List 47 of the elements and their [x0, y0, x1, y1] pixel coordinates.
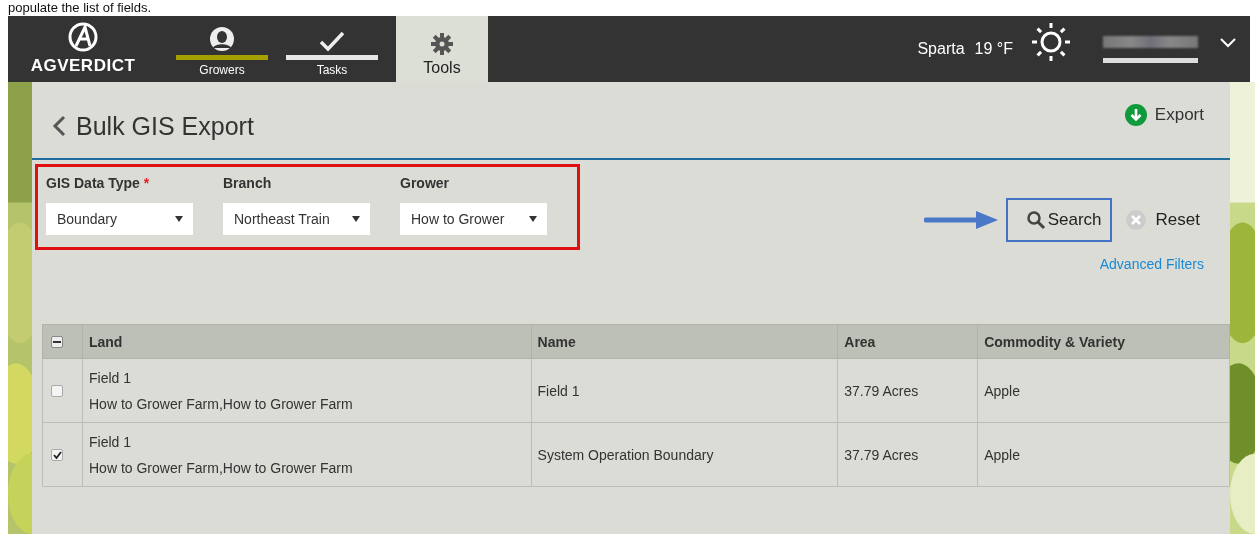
logo-text: AGVERDICT: [30, 56, 136, 76]
caret-icon: [529, 216, 537, 222]
user-name-blurred[interactable]: [1103, 35, 1198, 48]
gear-icon: [430, 32, 454, 56]
table-cell: Apple: [977, 358, 1230, 423]
search-icon: [1025, 210, 1046, 230]
filter-dropdown[interactable]: Boundary: [46, 203, 193, 235]
back-chevron-icon[interactable]: [52, 115, 66, 137]
check-icon: [319, 30, 345, 52]
column-header: Name: [531, 324, 838, 359]
temperature-text: 19 °F: [974, 40, 1013, 58]
table-cell: Field 1 How to Grower Farm,How to Grower Farm: [82, 358, 532, 423]
caption-text: populate the list of fields.: [7, 0, 153, 16]
table-cell: Field 1: [531, 358, 838, 423]
location-text: Sparta: [917, 40, 965, 58]
download-icon: [1124, 104, 1147, 126]
select-all-checkbox[interactable]: [51, 335, 63, 348]
table-cell: Field 1 How to Grower Farm,How to Grower Farm: [82, 422, 532, 487]
reset-button[interactable]: Reset: [1119, 209, 1206, 231]
caret-icon: [175, 216, 183, 222]
table-cell: Apple: [977, 422, 1230, 487]
close-icon: [1125, 210, 1146, 230]
row-checkbox[interactable]: [51, 448, 63, 461]
table-cell: 37.79 Acres: [837, 358, 978, 423]
sun-icon: [1029, 20, 1073, 64]
nav-tab[interactable]: Growers: [176, 16, 268, 82]
filter-label: Grower: [400, 175, 450, 191]
nav-tab[interactable]: Tasks: [286, 16, 378, 82]
export-button[interactable]: Export: [1118, 103, 1210, 127]
table-cell: System Operation Boundary: [531, 422, 838, 487]
filter-dropdown[interactable]: How to Grower: [400, 203, 547, 235]
logo-icon: [68, 22, 98, 52]
column-header: Commodity & Variety: [977, 324, 1230, 359]
column-header: Land: [82, 324, 532, 359]
column-header: Area: [837, 324, 978, 359]
chevron-down-icon[interactable]: [1220, 38, 1236, 48]
filter-dropdown[interactable]: Northeast Train: [223, 203, 370, 235]
filter-label: Branch: [223, 175, 273, 191]
person-icon: [209, 26, 235, 52]
minus-icon: [53, 340, 61, 343]
filter-label: GIS Data Type *: [46, 175, 151, 191]
row-checkbox[interactable]: [51, 384, 63, 397]
page-title: Bulk GIS Export: [76, 111, 254, 141]
caret-icon: [352, 216, 360, 222]
table-cell: 37.79 Acres: [837, 422, 978, 487]
search-button[interactable]: Search: [1005, 198, 1112, 242]
nav-tab[interactable]: Tools: [396, 16, 488, 82]
